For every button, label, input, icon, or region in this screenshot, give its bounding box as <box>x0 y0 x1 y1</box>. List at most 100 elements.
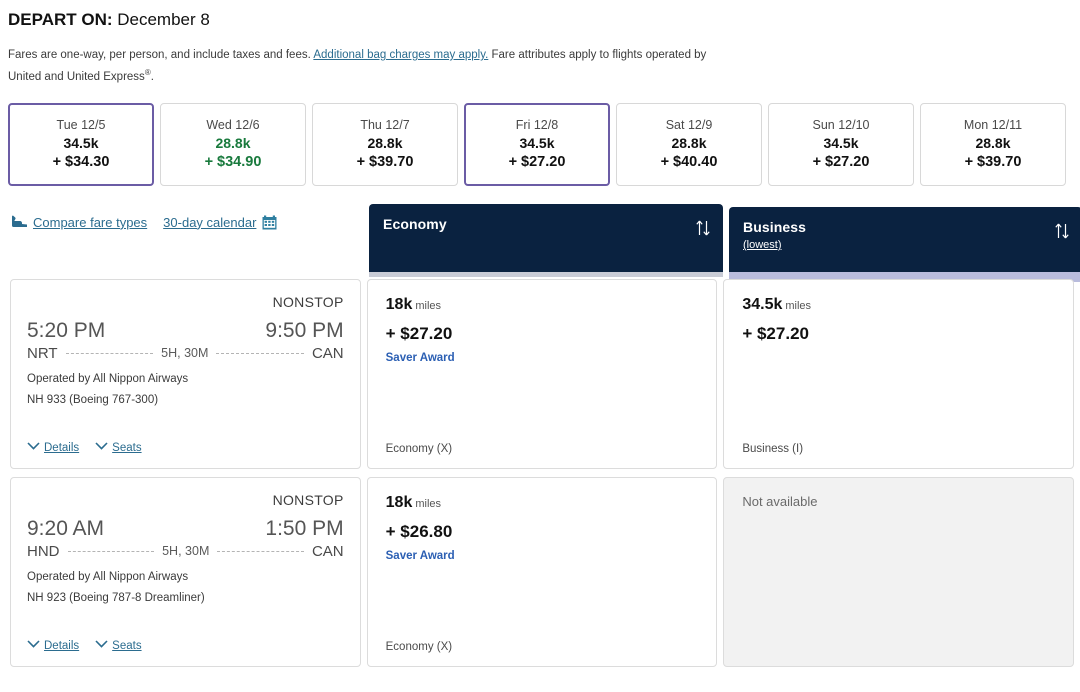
date-card-sat-12-9[interactable]: Sat 12/9 28.8k + $40.40 <box>616 102 762 186</box>
date-card-miles: 34.5k <box>63 135 99 152</box>
flight-times: 5:20 PM 9:50 PM <box>27 319 344 343</box>
seats-link-wrap[interactable]: Seats <box>95 639 142 652</box>
date-card-mon-12-11[interactable]: Mon 12/11 28.8k + $39.70 <box>920 102 1066 186</box>
origin-airport: NRT <box>27 344 58 362</box>
flight-actions: Details Seats <box>27 441 142 454</box>
flight-duration: 5H, 30M <box>162 544 210 559</box>
date-card-miles: 28.8k <box>975 135 1011 152</box>
route-line-left <box>67 550 155 552</box>
fare-miles-value: 18k <box>385 493 413 511</box>
fare-class-label: Economy (X) <box>385 442 453 455</box>
depart-on-label: DEPART ON: <box>8 10 113 29</box>
chevron-down-icon <box>27 639 40 648</box>
column-sub-business[interactable]: (lowest) <box>743 239 782 251</box>
chevron-down-icon <box>95 441 108 450</box>
details-link[interactable]: Details <box>44 442 79 454</box>
date-card-wed-12-6[interactable]: Wed 12/6 28.8k + $34.90 <box>160 102 306 186</box>
date-card-day: Thu 12/7 <box>360 118 410 133</box>
flight-route: HND 5H, 30M CAN <box>27 543 344 560</box>
flight-results-page: DEPART ON: December 8 Fares are one-way,… <box>0 0 1080 692</box>
sort-icon-economy[interactable] <box>695 218 711 238</box>
arrive-time: 9:50 PM <box>265 318 344 342</box>
fare-miles-unit: miles <box>415 497 442 510</box>
sort-icon-business[interactable] <box>1054 221 1070 241</box>
page-title: DEPART ON: December 8 <box>6 0 1074 32</box>
fare-tools-links: Compare fare types 30-day calendar <box>10 215 277 230</box>
flight-row: NONSTOP 5:20 PM 9:50 PM NRT 5H, 30M CAN Operat… <box>6 278 1075 469</box>
date-card-thu-12-7[interactable]: Thu 12/7 28.8k + $39.70 <box>312 102 458 186</box>
chevron-down-icon <box>27 441 40 450</box>
date-selector-strip[interactable]: Tue 12/5 34.5k + $34.30 Wed 12/6 28.8k + $34.… <box>8 102 1074 186</box>
fare-miles: 18k miles <box>386 494 699 512</box>
fare-miles-unit: miles <box>785 299 812 312</box>
depart-time: 9:20 AM <box>27 516 105 540</box>
details-link[interactable]: Details <box>44 640 79 652</box>
calendar-icon <box>262 215 277 230</box>
seats-link[interactable]: Seats <box>112 442 141 454</box>
date-card-miles: 34.5k <box>823 135 859 152</box>
flight-info-cell: NONSTOP 9:20 AM 1:50 PM HND 5H, 30M CAN Operat… <box>10 476 361 667</box>
not-available-label: Not available <box>742 493 818 509</box>
destination-airport: CAN <box>311 542 344 560</box>
date-card-cash: + $40.40 <box>660 154 718 171</box>
seat-icon <box>10 215 28 229</box>
fare-miles-value: 34.5k <box>742 295 783 313</box>
column-title-business: Business <box>743 218 807 235</box>
date-card-tue-12-5[interactable]: Tue 12/5 34.5k + $34.30 <box>8 102 154 186</box>
fare-cash: + $26.80 <box>385 521 453 541</box>
date-card-cash: + $39.70 <box>356 154 414 171</box>
additional-bag-charges-link[interactable]: Additional bag charges may apply. <box>313 49 488 61</box>
date-card-cash: + $39.70 <box>964 154 1022 171</box>
fare-miles: 34.5k miles <box>742 296 1055 314</box>
stops-label: NONSTOP <box>272 491 344 508</box>
fare-cell-business[interactable]: 34.5k miles + $27.20 Business (I) <box>723 278 1075 469</box>
column-header-economy: Economy <box>369 203 723 272</box>
fare-miles-unit: miles <box>415 299 442 312</box>
flight-times: 9:20 AM 1:50 PM <box>27 517 344 541</box>
depart-time: 5:20 PM <box>27 318 106 342</box>
details-link-wrap[interactable]: Details <box>27 639 79 652</box>
fare-class-label: Economy (X) <box>385 640 453 653</box>
compare-fare-types-wrap[interactable]: Compare fare types <box>10 215 147 230</box>
flight-number-equipment: NH 933 (Boeing 767-300) <box>27 393 159 406</box>
fare-cell-economy[interactable]: 18k miles + $26.80 Saver Award Economy (X) <box>366 476 718 667</box>
route-line-right <box>216 352 304 354</box>
date-card-fri-12-8[interactable]: Fri 12/8 34.5k + $27.20 <box>464 102 610 186</box>
column-header-business: Business (lowest) <box>729 206 1080 272</box>
fare-disclaimer: Fares are one-way, per person, and inclu… <box>8 47 708 86</box>
fare-cash: + $27.20 <box>385 323 453 343</box>
fare-cash: + $27.20 <box>742 323 809 343</box>
origin-airport: HND <box>27 542 60 560</box>
details-link-wrap[interactable]: Details <box>27 441 79 454</box>
compare-fare-types-link[interactable]: Compare fare types <box>33 215 147 230</box>
date-card-cash: + $27.20 <box>508 154 566 171</box>
date-card-cash: + $34.30 <box>52 154 110 171</box>
economy-divider-bar <box>369 271 723 277</box>
flight-duration: 5H, 30M <box>161 346 209 361</box>
flight-route: NRT 5H, 30M CAN <box>27 345 344 362</box>
date-card-day: Tue 12/5 <box>56 118 106 133</box>
seats-link-wrap[interactable]: Seats <box>95 441 142 454</box>
fare-cell-economy[interactable]: 18k miles + $27.20 Saver Award Economy (X) <box>366 278 718 469</box>
chevron-down-icon <box>95 639 108 648</box>
date-card-day: Sun 12/10 <box>812 118 870 133</box>
calendar-link-wrap[interactable]: 30-day calendar <box>163 215 277 230</box>
column-title-economy: Economy <box>383 215 447 232</box>
date-card-miles: 28.8k <box>215 135 251 152</box>
date-card-sun-12-10[interactable]: Sun 12/10 34.5k + $27.20 <box>768 102 914 186</box>
fare-miles-value: 18k <box>385 295 413 313</box>
date-card-miles: 28.8k <box>671 135 707 152</box>
route-line-right <box>217 550 304 552</box>
fare-class-label: Business (I) <box>742 442 804 455</box>
date-card-day: Mon 12/11 <box>963 118 1023 133</box>
column-header-row: Compare fare types 30-day calendar Econo… <box>6 199 1080 282</box>
seats-link[interactable]: Seats <box>112 640 141 652</box>
30-day-calendar-link[interactable]: 30-day calendar <box>163 215 256 230</box>
arrive-time: 1:50 PM <box>265 516 344 540</box>
date-card-cash: + $34.90 <box>204 154 262 171</box>
fare-miles: 18k miles <box>386 296 699 314</box>
fare-award-tag: Saver Award <box>385 351 455 364</box>
flight-info-cell: NONSTOP 5:20 PM 9:50 PM NRT 5H, 30M CAN Operat… <box>10 278 361 469</box>
flight-number-equipment: NH 923 (Boeing 787-8 Dreamliner) <box>27 591 205 604</box>
fare-note-period: . <box>150 70 154 83</box>
